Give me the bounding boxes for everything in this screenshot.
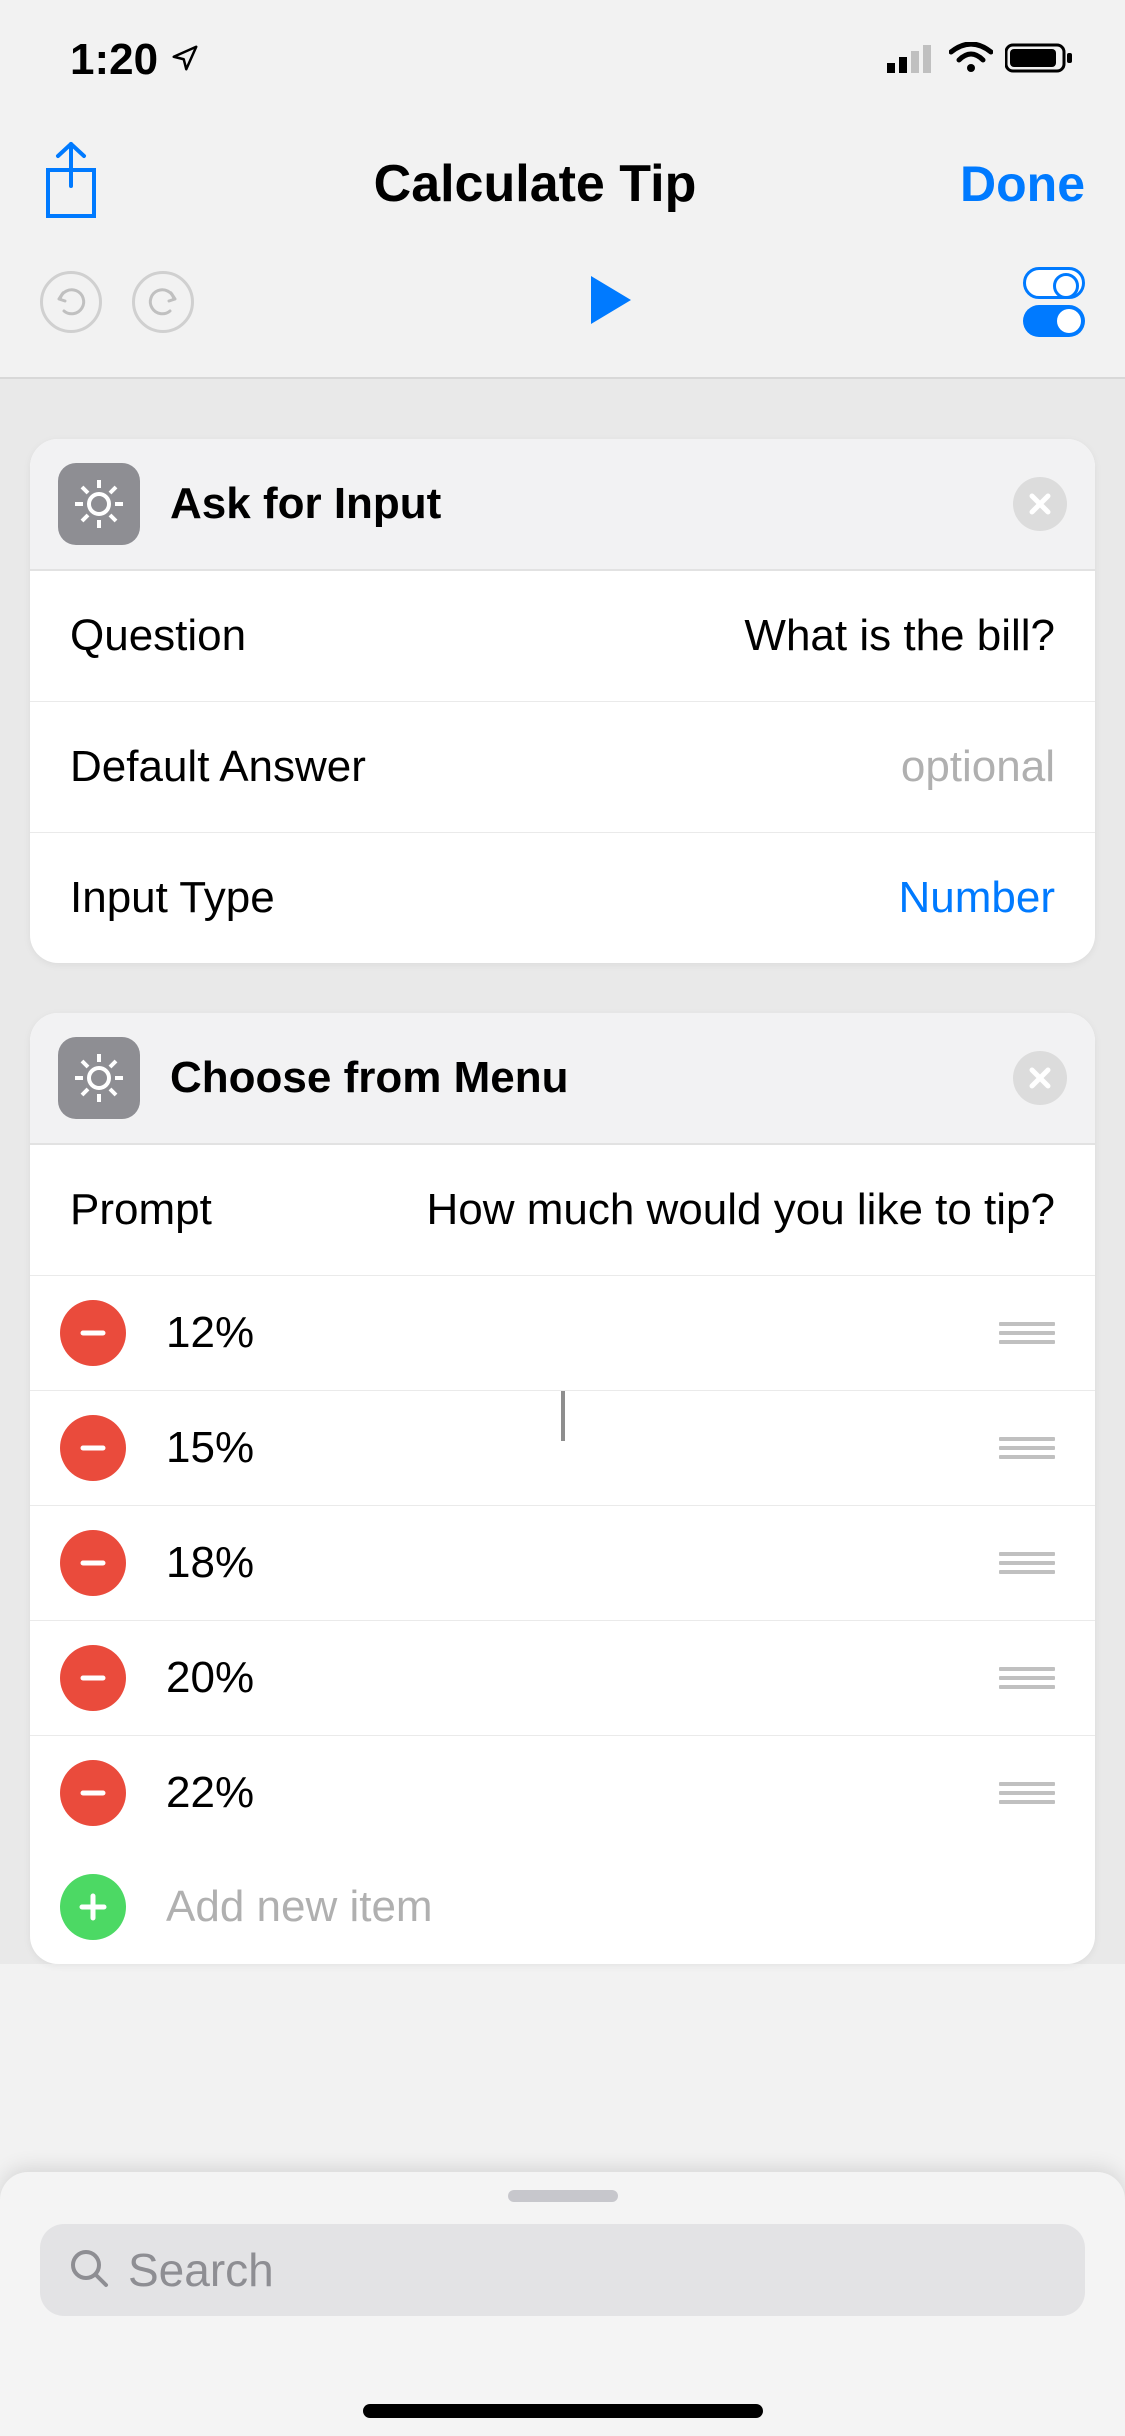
- add-item-label: Add new item: [166, 1882, 1055, 1932]
- gear-icon: [58, 463, 140, 545]
- row-prompt[interactable]: Prompt How much would you like to tip?: [30, 1145, 1095, 1276]
- remove-item-button[interactable]: [60, 1415, 126, 1481]
- menu-item-row[interactable]: 20%: [30, 1621, 1095, 1736]
- search-input[interactable]: Search: [40, 2224, 1085, 2316]
- plus-icon: [60, 1874, 126, 1940]
- toggle-bottom[interactable]: [1023, 305, 1085, 337]
- drag-handle-icon[interactable]: [999, 1437, 1055, 1459]
- search-drawer[interactable]: Search: [0, 2172, 1125, 2436]
- row-label: Question: [70, 611, 246, 661]
- workflow-content: Ask for Input Question What is the bill?…: [0, 379, 1125, 1964]
- share-button[interactable]: [40, 140, 110, 227]
- menu-item-label: 12%: [166, 1308, 999, 1358]
- play-button[interactable]: [579, 270, 639, 335]
- remove-item-button[interactable]: [60, 1530, 126, 1596]
- card-title: Ask for Input: [170, 479, 1013, 529]
- row-label: Input Type: [70, 873, 275, 923]
- remove-item-button[interactable]: [60, 1760, 126, 1826]
- battery-icon: [1005, 42, 1075, 79]
- action-card-choose-menu: Choose from Menu Prompt How much would y…: [30, 1013, 1095, 1964]
- add-item-row[interactable]: Add new item: [30, 1850, 1095, 1964]
- search-placeholder: Search: [128, 2243, 274, 2297]
- done-button[interactable]: Done: [960, 155, 1085, 213]
- row-default-answer[interactable]: Default Answer optional: [30, 702, 1095, 833]
- row-label: Prompt: [70, 1185, 212, 1235]
- undo-button[interactable]: [40, 271, 102, 333]
- row-label: Default Answer: [70, 742, 366, 792]
- remove-item-button[interactable]: [60, 1300, 126, 1366]
- drag-handle-icon[interactable]: [999, 1552, 1055, 1574]
- drag-handle-icon[interactable]: [999, 1667, 1055, 1689]
- card-header[interactable]: Choose from Menu: [30, 1013, 1095, 1145]
- row-input-type[interactable]: Input Type Number: [30, 833, 1095, 963]
- connector: [561, 1391, 565, 1441]
- location-icon: [170, 43, 200, 78]
- menu-item-row[interactable]: 22%: [30, 1736, 1095, 1850]
- menu-item-row[interactable]: 18%: [30, 1506, 1095, 1621]
- close-card-button[interactable]: [1013, 1051, 1067, 1105]
- home-indicator[interactable]: [363, 2404, 763, 2418]
- menu-item-label: 15%: [166, 1423, 999, 1473]
- row-question[interactable]: Question What is the bill?: [30, 571, 1095, 702]
- wifi-icon: [949, 42, 993, 79]
- action-card-ask-input: Ask for Input Question What is the bill?…: [30, 439, 1095, 963]
- remove-item-button[interactable]: [60, 1645, 126, 1711]
- card-header[interactable]: Ask for Input: [30, 439, 1095, 571]
- cellular-icon: [887, 43, 937, 78]
- menu-item-row[interactable]: 12%: [30, 1276, 1095, 1391]
- menu-item-label: 20%: [166, 1653, 999, 1703]
- redo-button[interactable]: [132, 271, 194, 333]
- drag-handle-icon[interactable]: [999, 1782, 1055, 1804]
- toolbar: [0, 247, 1125, 379]
- close-card-button[interactable]: [1013, 477, 1067, 531]
- toggle-top[interactable]: [1023, 267, 1085, 299]
- status-bar: 1:20: [0, 0, 1125, 100]
- drawer-handle-icon[interactable]: [508, 2190, 618, 2202]
- card-title: Choose from Menu: [170, 1053, 1013, 1103]
- row-placeholder: optional: [901, 742, 1055, 792]
- menu-item-label: 18%: [166, 1538, 999, 1588]
- row-value-link: Number: [899, 873, 1056, 923]
- gear-icon: [58, 1037, 140, 1119]
- page-title: Calculate Tip: [110, 154, 960, 214]
- settings-toggles[interactable]: [1023, 267, 1085, 337]
- nav-header: Calculate Tip Done: [0, 100, 1125, 247]
- drag-handle-icon[interactable]: [999, 1322, 1055, 1344]
- search-icon: [68, 2247, 110, 2294]
- row-value: How much would you like to tip?: [426, 1185, 1055, 1235]
- row-value: What is the bill?: [744, 611, 1055, 661]
- status-time: 1:20: [70, 35, 158, 85]
- menu-item-label: 22%: [166, 1768, 999, 1818]
